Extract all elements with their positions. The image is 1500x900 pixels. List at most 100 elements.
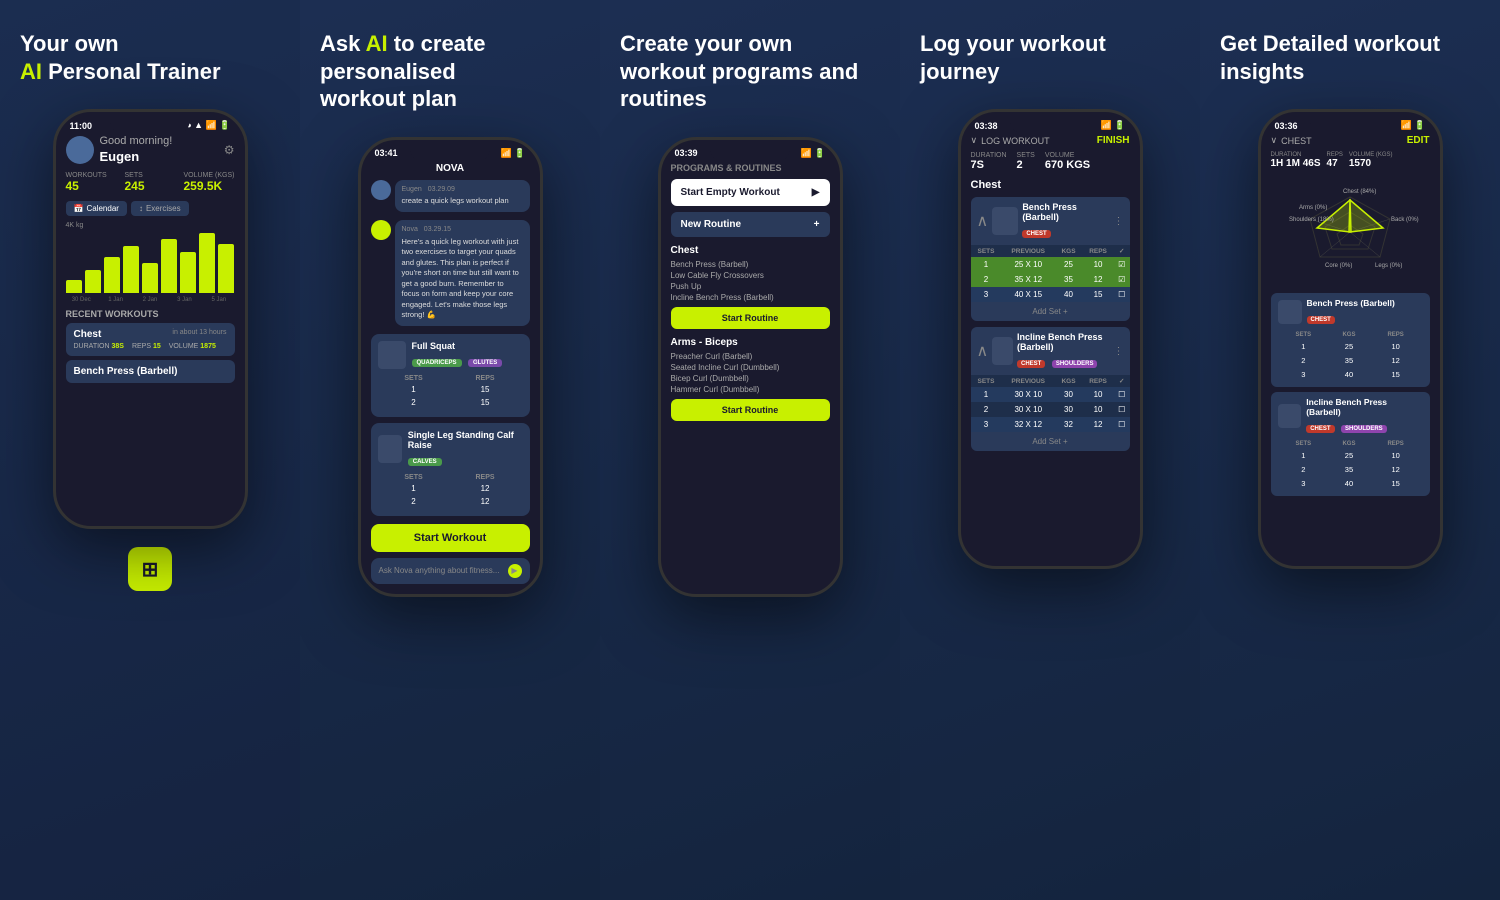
phone-notch-5 xyxy=(1310,112,1390,134)
chat-message-user: Eugen 03.29.09 create a quick legs worko… xyxy=(371,180,530,212)
radar-chart: Chest (84%) Back (0%) Legs (0%) Core (0%… xyxy=(1271,177,1430,287)
send-button[interactable]: ▶ xyxy=(508,564,522,578)
table-row: 1 25 10 xyxy=(1280,340,1421,352)
add-set-button-bench[interactable]: Add Set + xyxy=(971,302,1130,321)
panel-log-workout: Log your workout journey 03:38 📶 🔋 ∨ LOG… xyxy=(900,0,1200,900)
radar-svg: Chest (84%) Back (0%) Legs (0%) Core (0%… xyxy=(1275,177,1425,287)
recent-workout-bench: Bench Press (Barbell) xyxy=(66,360,235,383)
bar-6 xyxy=(161,239,177,293)
phone-notch xyxy=(110,112,190,134)
table-row: 1 25 X 10 25 10 ☑ xyxy=(971,257,1130,272)
panel-3-title: Create your own workout programs and rou… xyxy=(620,30,880,113)
new-routine-button[interactable]: New Routine + xyxy=(671,212,830,237)
bar-7 xyxy=(180,252,196,293)
start-empty-workout-button[interactable]: Start Empty Workout ▶ xyxy=(671,179,830,206)
stat-volume: VOLUME (KGS) 259.5K xyxy=(184,172,235,193)
bench-thumb xyxy=(992,207,1018,235)
insight-stat-volume: VOLUME (KGS) 1570 xyxy=(1349,152,1393,169)
panel-ask-ai: Ask AI to create personalised workout pl… xyxy=(300,0,600,900)
edit-button[interactable]: EDIT xyxy=(1407,135,1430,146)
log-stat-duration: DURATION 7S xyxy=(971,152,1007,171)
more-icon[interactable]: ⋮ xyxy=(1114,216,1124,227)
more-icon-2[interactable]: ⋮ xyxy=(1114,346,1124,357)
bar-5 xyxy=(142,263,158,293)
svg-text:Core (0%): Core (0%) xyxy=(1325,263,1352,269)
recent-workout-chest: Chest in about 13 hours DURATION 38S REP… xyxy=(66,323,235,356)
bar-chart xyxy=(66,233,235,293)
panel-5-title: Get Detailed workout insights xyxy=(1220,30,1480,85)
panel-4-title: Log your workout journey xyxy=(920,30,1180,85)
insights-header: ∨ CHEST EDIT xyxy=(1271,135,1430,146)
phone-screen-5: ∨ CHEST EDIT DURATION 1H 1M 46S REPS 47 … xyxy=(1261,135,1440,559)
log-stats: DURATION 7S SETS 2 VOLUME 670 KGS xyxy=(971,152,1130,171)
phone-screen-3: PROGRAMS & ROUTINES Start Empty Workout … xyxy=(661,163,840,587)
exercise-card-squat: Full Squat QUADRICEPS GLUTES SETS REPS 1… xyxy=(371,334,530,417)
phone-mockup-3: 03:39 📶 🔋 PROGRAMS & ROUTINES Start Empt… xyxy=(658,137,843,597)
tab-calendar[interactable]: 📅 Calendar xyxy=(66,201,127,216)
table-row: 2 30 X 10 30 10 ☐ xyxy=(971,402,1130,417)
user-avatar xyxy=(371,180,391,200)
log-header: ∨ LOG WORKOUT FINISH xyxy=(971,135,1130,146)
chart-y-label: 4K kg xyxy=(66,222,235,229)
nova-avatar xyxy=(371,220,391,240)
expand-icon-2: ∧ xyxy=(977,341,989,361)
p5-bench-thumb xyxy=(1278,300,1302,324)
log-exercise-incline: ∧ Incline Bench Press (Barbell) CHEST SH… xyxy=(971,327,1130,451)
log-stat-volume: VOLUME 670 KGS xyxy=(1045,152,1090,171)
table-row: 3 40 15 xyxy=(1280,368,1421,380)
table-row: 2 35 X 12 35 12 ☑ xyxy=(971,272,1130,287)
bar-8 xyxy=(199,233,215,293)
chart-labels: 30 Dec 1 Jan 2 Jan 3 Jan 5 Jan xyxy=(66,297,235,303)
stat-workouts: WORKOUTS 45 xyxy=(66,172,117,193)
phone-notch-2 xyxy=(410,140,490,162)
p5-exercise-incline: Incline Bench Press (Barbell) CHEST SHOU… xyxy=(1271,392,1430,496)
avatar xyxy=(66,136,94,164)
exercise-card-calf: Single Leg Standing Calf Raise CALVES SE… xyxy=(371,423,530,516)
routine-arms-biceps: Arms - Biceps Preacher Curl (Barbell) Se… xyxy=(671,337,830,421)
start-routine-arms-button[interactable]: Start Routine xyxy=(671,399,830,421)
stats-row: WORKOUTS 45 SETS 245 VOLUME (KGS) 259.5K xyxy=(66,172,235,193)
finish-button[interactable]: FINISH xyxy=(1097,135,1130,146)
log-exercise-bench: ∧ Bench Press (Barbell) CHEST ⋮ SETS PRE… xyxy=(971,197,1130,321)
start-routine-chest-button[interactable]: Start Routine xyxy=(671,307,830,329)
arrow-right-icon: ▶ xyxy=(812,187,820,198)
p5-incline-table: SETS KGS REPS 1 25 10 2 35 12 xyxy=(1278,439,1423,491)
incline-thumb xyxy=(992,337,1013,365)
routine-chest: Chest Bench Press (Barbell) Low Cable Fl… xyxy=(671,245,830,329)
svg-text:Arms (0%): Arms (0%) xyxy=(1299,205,1327,211)
add-set-button-incline[interactable]: Add Set + xyxy=(971,432,1130,451)
phone-notch-3 xyxy=(710,140,790,162)
insight-stat-reps: REPS 47 xyxy=(1327,152,1343,169)
phone-mockup-4: 03:38 📶 🔋 ∨ LOG WORKOUT FINISH DURATION … xyxy=(958,109,1143,569)
table-row: 1 25 10 xyxy=(1280,449,1421,461)
workout-stats: DURATION 38S REPS 15 VOLUME 1875 xyxy=(74,343,227,350)
svg-text:Legs (0%): Legs (0%) xyxy=(1375,263,1402,269)
bar-9 xyxy=(218,244,234,293)
phone-mockup-2: 03:41 📶 🔋 NOVA Eugen 03.29.09 create a q… xyxy=(358,137,543,597)
phone-mockup-5: 03:36 📶 🔋 ∨ CHEST EDIT DURATION 1H 1M 46… xyxy=(1258,109,1443,569)
svg-text:Back (0%): Back (0%) xyxy=(1391,217,1419,223)
tab-row: 📅 Calendar ↕ Exercises xyxy=(66,201,235,216)
svg-text:Chest (84%): Chest (84%) xyxy=(1343,189,1376,195)
insight-stat-duration: DURATION 1H 1M 46S xyxy=(1271,152,1321,169)
table-row: 3 40 X 15 40 15 ☐ xyxy=(971,287,1130,302)
app-logo: ⊞ xyxy=(128,547,172,591)
chat-message-nova: Nova 03.29.15 Here's a quick leg workout… xyxy=(371,220,530,326)
tab-exercises[interactable]: ↕ Exercises xyxy=(131,201,189,216)
stat-sets: SETS 245 xyxy=(125,172,176,193)
plus-icon: + xyxy=(814,219,820,230)
start-workout-button[interactable]: Start Workout xyxy=(371,524,530,552)
chevron-down-icon: ∨ xyxy=(971,135,978,146)
logo-area: ⊞ xyxy=(128,547,172,601)
squat-thumb xyxy=(378,341,406,369)
settings-icon[interactable]: ⚙ xyxy=(224,143,235,157)
panel-insights: Get Detailed workout insights 03:36 📶 🔋 … xyxy=(1200,0,1500,900)
p5-exercise-bench: Bench Press (Barbell) CHEST SETS KGS REP… xyxy=(1271,293,1430,387)
table-row: 3 40 15 xyxy=(1280,477,1421,489)
calf-sets: SETS REPS 1 12 2 12 xyxy=(378,472,523,509)
calf-thumb xyxy=(378,435,402,463)
bar-4 xyxy=(123,246,139,293)
panel-1-title: Your own AI Personal Trainer xyxy=(20,30,280,85)
expand-icon: ∧ xyxy=(977,211,989,231)
phone-notch-4 xyxy=(1010,112,1090,134)
